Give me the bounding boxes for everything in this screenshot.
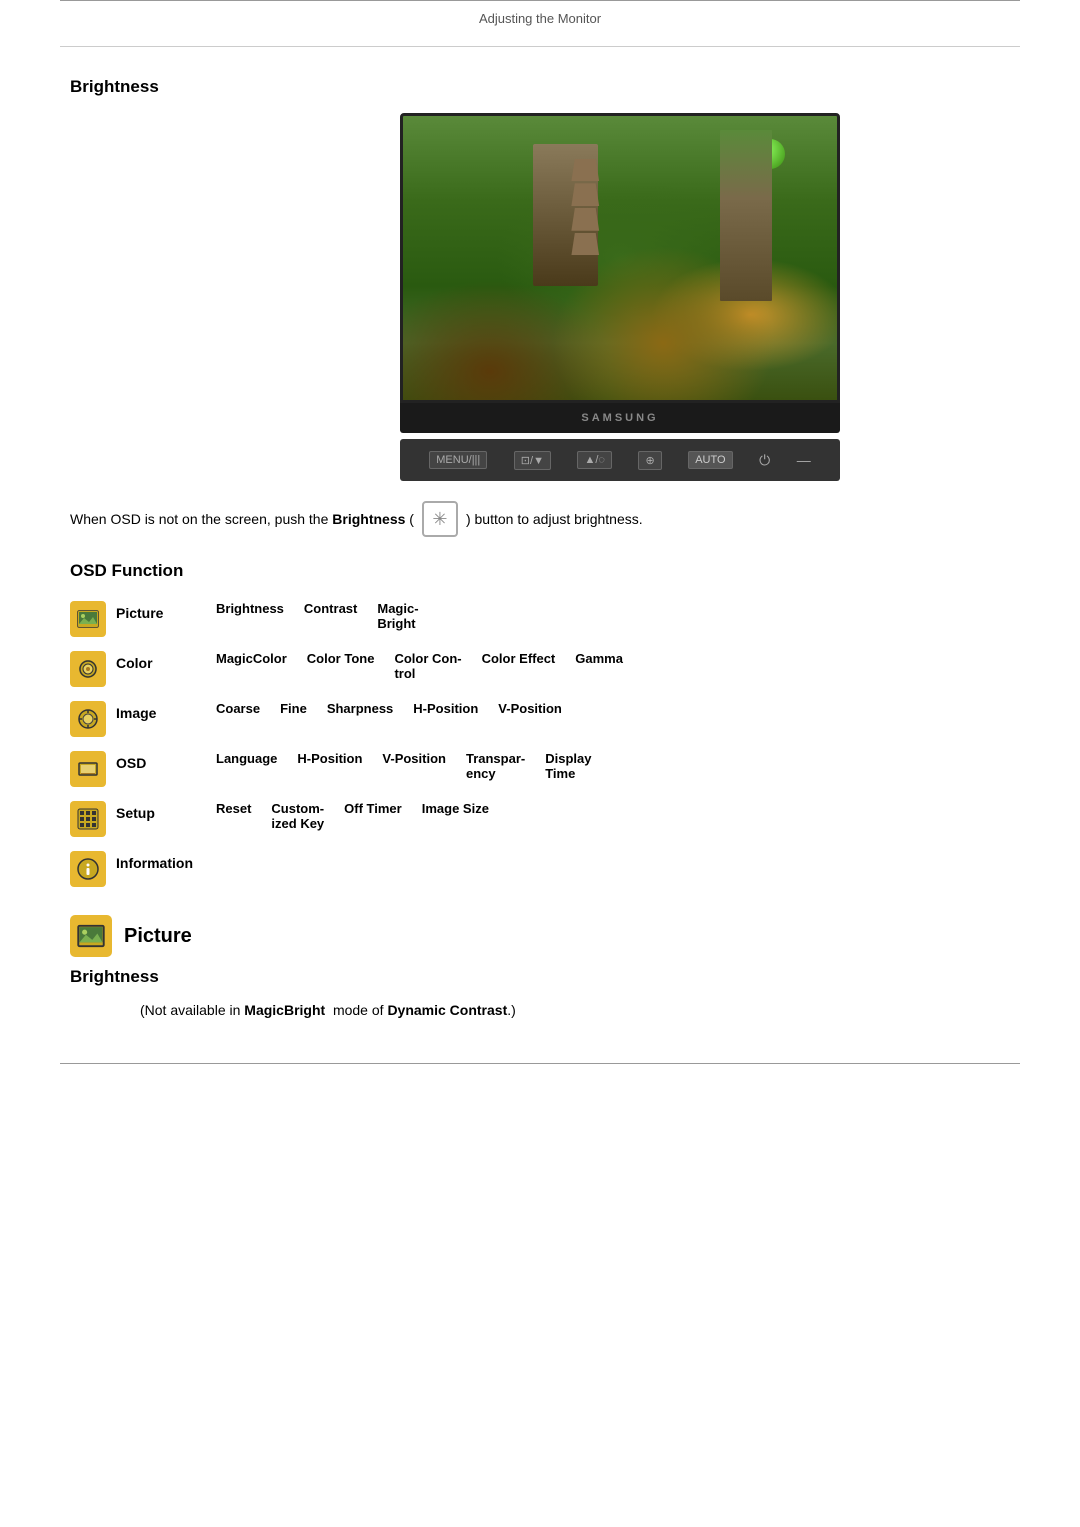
- osd-row-color: Color MagicColor Color Tone Color Con-tr…: [70, 647, 1030, 691]
- osd-icon-image: [70, 701, 106, 737]
- osd-picture-options: Brightness Contrast Magic-Bright: [216, 601, 1030, 631]
- osd-icon-picture: [70, 601, 106, 637]
- page-header: Adjusting the Monitor: [60, 1, 1020, 47]
- osd-color-options: MagicColor Color Tone Color Con-trol Col…: [216, 651, 1030, 681]
- samsung-logo: SAMSUNG: [581, 412, 658, 424]
- nav-button-1[interactable]: ⊡/▼: [514, 451, 551, 470]
- nav-button-2[interactable]: ▲/◌: [577, 451, 611, 469]
- osd-icon-information: [70, 851, 106, 887]
- osd-menu-setup: Setup: [116, 801, 206, 821]
- picture-section-header: Picture: [70, 915, 1020, 957]
- monitor-image-area: SAMSUNG MENU/||| ⊡/▼ ▲/◌ ⊕ AUTO ⏻ —: [220, 113, 1020, 481]
- osd-row-picture: Picture Brightness Contrast Magic-Bright: [70, 597, 1030, 641]
- brightness-sub-title: Brightness: [70, 967, 1020, 987]
- osd-row-image: Image Coarse Fine Sharpness H-Position V…: [70, 697, 1030, 741]
- osd-menu-image: Image: [116, 701, 206, 721]
- green-ball-decoration: [755, 139, 785, 169]
- instruction-text-prefix: When OSD is not on the screen, push the …: [70, 508, 414, 530]
- osd-icon-setup: [70, 801, 106, 837]
- osd-row-information: Information: [70, 847, 1030, 891]
- osd-menu-picture: Picture: [116, 601, 206, 621]
- osd-table: Picture Brightness Contrast Magic-Bright…: [70, 597, 1030, 891]
- osd-menu-information: Information: [116, 851, 206, 871]
- osd-function-title: OSD Function: [70, 561, 1020, 581]
- brightness-note: (Not available in MagicBright mode of Dy…: [140, 999, 1020, 1023]
- menu-button[interactable]: MENU/|||: [429, 451, 487, 469]
- pagoda-decoration: [568, 159, 603, 273]
- osd-row-osd: OSD Language H-Position V-Position Trans…: [70, 747, 1030, 791]
- picture-icon-large: [70, 915, 112, 957]
- power-icon[interactable]: ⏻: [759, 452, 770, 469]
- monitor-control-bar: MENU/||| ⊡/▼ ▲/◌ ⊕ AUTO ⏻ —: [400, 439, 840, 481]
- header-title: Adjusting the Monitor: [479, 11, 601, 26]
- osd-icon-osd: [70, 751, 106, 787]
- auto-button[interactable]: AUTO: [688, 451, 732, 469]
- osd-setup-options: Reset Custom-ized Key Off Timer Image Si…: [216, 801, 1030, 831]
- osd-row-setup: Setup Reset Custom-ized Key Off Timer Im…: [70, 797, 1030, 841]
- osd-menu-osd: OSD: [116, 751, 206, 771]
- osd-menu-color: Color: [116, 651, 206, 671]
- monitor-screen: [400, 113, 840, 403]
- brightness-title: Brightness: [70, 77, 1020, 97]
- picture-section-label: Picture: [124, 925, 192, 948]
- dash-button[interactable]: —: [797, 452, 811, 468]
- monitor-screen-image: [403, 116, 837, 400]
- osd-icon-color: [70, 651, 106, 687]
- enter-button[interactable]: ⊕: [638, 451, 661, 470]
- monitor-base: SAMSUNG: [400, 403, 840, 433]
- instruction-text-suffix: ) button to adjust brightness.: [466, 508, 643, 530]
- osd-image-options: Coarse Fine Sharpness H-Position V-Posit…: [216, 701, 1030, 716]
- brightness-instruction: When OSD is not on the screen, push the …: [70, 501, 1020, 537]
- osd-osd-options: Language H-Position V-Position Transpar-…: [216, 751, 1030, 781]
- brightness-icon: ✳: [422, 501, 458, 537]
